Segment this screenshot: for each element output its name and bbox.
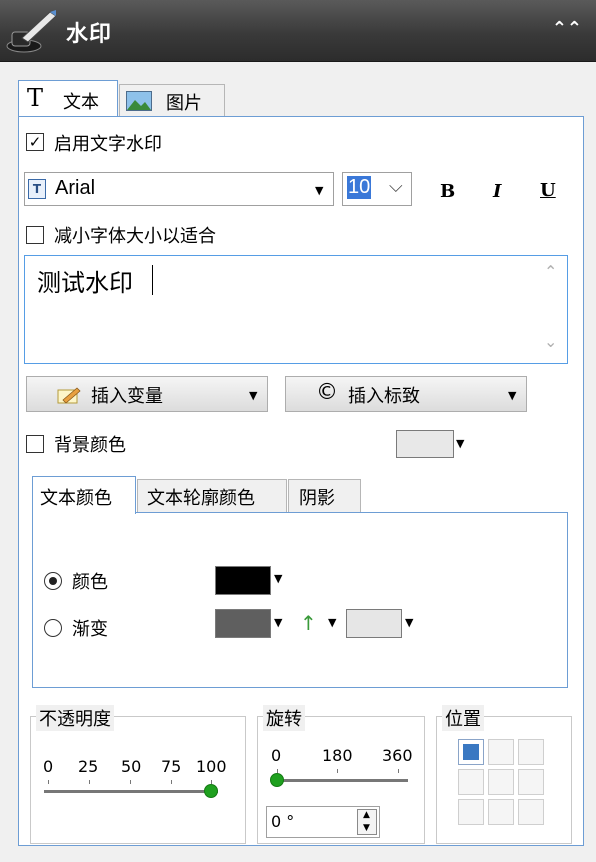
dropdown-arrow-icon: ▼ (508, 389, 517, 402)
insert-variable-button[interactable]: 插入变量 ▼ (26, 376, 268, 412)
collapse-icon[interactable]: ⌃⌃ (552, 18, 582, 39)
edit-pencil-icon (57, 387, 81, 404)
opacity-tick-label: 75 (161, 757, 182, 776)
dropdown-arrow-icon[interactable]: ▼ (405, 616, 413, 629)
position-cell[interactable] (458, 799, 484, 825)
font-icon: T (28, 179, 46, 199)
opacity-tick-label: 100 (196, 757, 227, 776)
position-cell[interactable] (518, 739, 544, 765)
position-cell[interactable] (518, 769, 544, 795)
insert-mark-label: 插入标致 (348, 386, 420, 407)
insert-variable-label: 插入变量 (91, 386, 163, 407)
background-color-label: 背景颜色 (54, 435, 126, 456)
bold-button[interactable]: B (440, 181, 455, 202)
background-color-checkbox[interactable] (26, 435, 44, 453)
tab-image[interactable]: 图片 (119, 84, 225, 116)
watermark-text-value: 测试水印 (37, 269, 133, 297)
shrink-to-fit-label: 减小字体大小以适合 (54, 226, 216, 247)
picture-icon (126, 91, 152, 111)
rotation-tick-label: 360 (382, 746, 413, 765)
opacity-slider-track[interactable] (44, 790, 218, 793)
scroll-up-icon[interactable]: ⌃ (544, 262, 557, 281)
tick-mark (130, 780, 131, 784)
position-cell[interactable] (488, 769, 514, 795)
copyright-icon: © (316, 380, 338, 405)
opacity-tick-label: 25 (78, 757, 99, 776)
rotation-tick-label: 0 (271, 746, 282, 765)
watermark-pen-icon (6, 10, 57, 53)
tick-mark (89, 780, 90, 784)
italic-button[interactable]: I (493, 181, 501, 202)
panel-header: 水印 ⌃⌃ (0, 0, 596, 62)
tab-text-label: 文本 (63, 92, 99, 113)
dropdown-arrow-icon: ▼ (249, 389, 258, 402)
opacity-tick-label: 0 (43, 757, 54, 776)
tab-text[interactable]: T 文本 (18, 80, 118, 118)
font-size-value: 10 (347, 176, 372, 199)
opacity-tick-label: 50 (121, 757, 142, 776)
spin-down-icon[interactable]: ▼ (363, 823, 370, 833)
spin-up-icon[interactable]: ▲ (363, 810, 370, 820)
gradient-radio[interactable] (44, 619, 62, 637)
background-color-swatch[interactable] (396, 430, 454, 458)
tab-text-outline-color-label: 文本轮廓颜色 (147, 488, 255, 509)
font-family-select[interactable]: T Arial ▼ (24, 172, 334, 206)
text-cursor (152, 265, 153, 295)
rotation-spin-input[interactable]: 0 ° ▲ ▼ (266, 806, 380, 838)
position-cell[interactable] (518, 799, 544, 825)
tick-mark (171, 780, 172, 784)
enable-text-watermark-label: 启用文字水印 (54, 134, 162, 155)
tab-image-label: 图片 (166, 93, 202, 114)
position-cell[interactable] (488, 799, 514, 825)
position-label: 位置 (442, 705, 484, 731)
opacity-slider-thumb[interactable] (204, 784, 218, 798)
rotation-spin-value: 0 ° (271, 812, 295, 831)
spin-buttons[interactable]: ▲ ▼ (357, 809, 377, 835)
tab-shadow[interactable]: 阴影 (288, 479, 361, 512)
position-cell[interactable] (458, 769, 484, 795)
gradient-direction-arrow-icon[interactable]: ↑ (300, 611, 317, 635)
scroll-down-icon[interactable]: ⌄ (544, 332, 557, 351)
color-tabs-panel (32, 512, 568, 688)
opacity-label: 不透明度 (36, 705, 114, 731)
chevron-down-icon: ⌵ (389, 176, 403, 197)
font-size-select[interactable]: 10 ⌵ (342, 172, 412, 206)
gradient-start-swatch[interactable] (215, 609, 271, 638)
panel-title: 水印 (66, 22, 113, 47)
tab-text-outline-color[interactable]: 文本轮廓颜色 (137, 479, 287, 512)
dropdown-arrow-icon[interactable]: ▼ (274, 572, 282, 585)
opacity-group (30, 716, 246, 844)
gradient-end-swatch[interactable] (346, 609, 402, 638)
rotation-label: 旋转 (263, 705, 305, 731)
watermark-text-input[interactable]: 测试水印 ⌃ ⌄ (24, 255, 568, 364)
position-cell[interactable] (458, 739, 484, 765)
tick-mark (48, 780, 49, 784)
enable-text-watermark-checkbox[interactable]: ✓ (26, 133, 44, 151)
position-cell[interactable] (488, 739, 514, 765)
tab-shadow-label: 阴影 (299, 488, 335, 509)
gradient-radio-label: 渐变 (72, 619, 108, 640)
underline-button[interactable]: U (540, 180, 556, 201)
dropdown-arrow-icon[interactable]: ▼ (328, 616, 336, 629)
tab-text-color[interactable]: 文本颜色 (32, 476, 136, 514)
color-radio-label: 颜色 (72, 572, 108, 593)
insert-mark-button[interactable]: © 插入标致 ▼ (285, 376, 527, 412)
font-family-value: Arial (55, 177, 96, 199)
rotation-slider-thumb[interactable] (270, 773, 284, 787)
tick-mark (337, 769, 338, 773)
text-color-swatch[interactable] (215, 566, 271, 595)
shrink-to-fit-checkbox[interactable] (26, 226, 44, 244)
dropdown-arrow-icon[interactable]: ▼ (274, 616, 282, 629)
textarea-scrollbar[interactable]: ⌃ ⌄ (535, 256, 567, 363)
dropdown-arrow-icon[interactable]: ▼ (456, 437, 464, 450)
text-t-icon: T (27, 84, 44, 112)
color-radio[interactable] (44, 572, 62, 590)
chevron-down-icon: ▼ (315, 184, 324, 197)
rotation-tick-label: 180 (322, 746, 353, 765)
tick-mark (398, 769, 399, 773)
rotation-slider-track[interactable] (272, 779, 408, 782)
tab-text-color-label: 文本颜色 (40, 488, 112, 509)
